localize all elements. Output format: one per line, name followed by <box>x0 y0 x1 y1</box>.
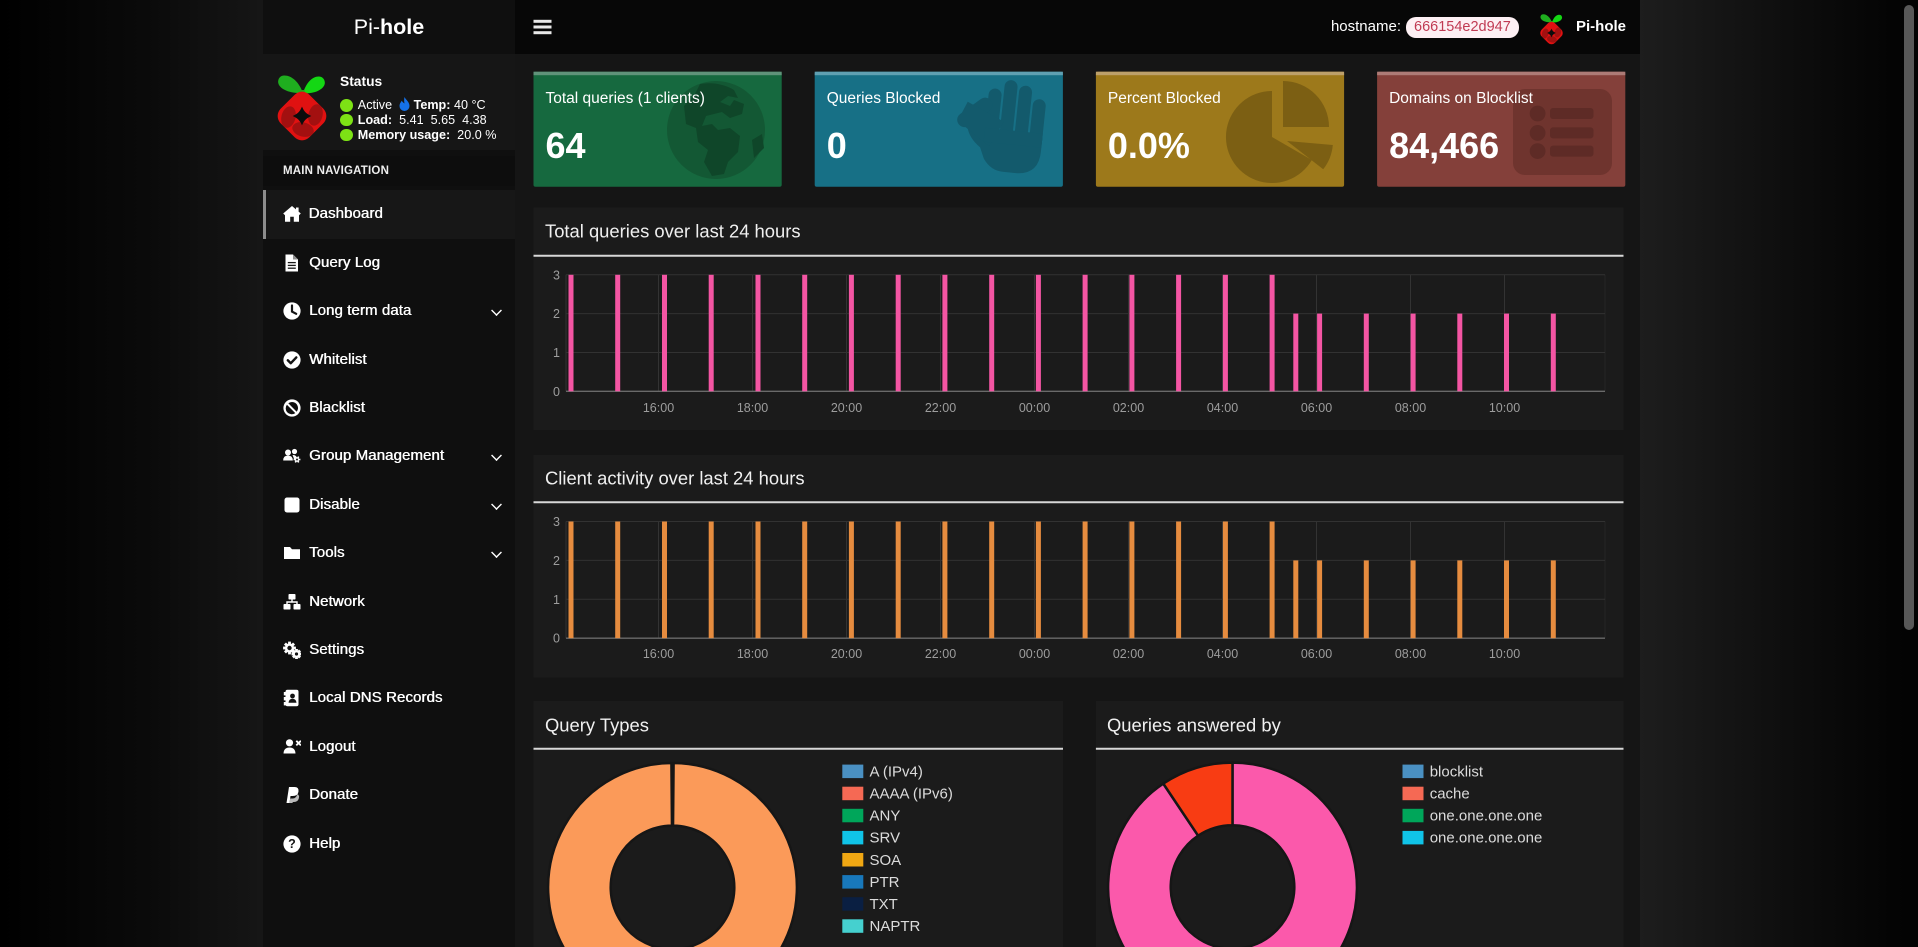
svg-text:08:00: 08:00 <box>1395 401 1426 415</box>
svg-text:one.one.one.one: one.one.one.one <box>1430 808 1543 825</box>
svg-text:06:00: 06:00 <box>1301 401 1332 415</box>
svg-text:PTR: PTR <box>870 874 900 891</box>
svg-text:18:00: 18:00 <box>737 647 768 661</box>
svg-text:AAAA (IPv6): AAAA (IPv6) <box>870 786 953 803</box>
svg-text:84,466: 84,466 <box>1389 125 1499 166</box>
svg-text:Percent Blocked: Percent Blocked <box>1108 90 1221 107</box>
svg-text:02:00: 02:00 <box>1113 647 1144 661</box>
svg-text:Queries Blocked: Queries Blocked <box>827 90 941 107</box>
svg-text:16:00: 16:00 <box>643 401 674 415</box>
svg-text:10:00: 10:00 <box>1489 647 1520 661</box>
svg-text:2: 2 <box>553 554 560 568</box>
svg-text:Total queries (1 clients): Total queries (1 clients) <box>546 90 705 107</box>
svg-text:Total queries over last 24 hou: Total queries over last 24 hours <box>545 221 801 242</box>
svg-text:06:00: 06:00 <box>1301 647 1332 661</box>
svg-text:Client activity over last 24 h: Client activity over last 24 hours <box>545 468 805 489</box>
svg-text:blocklist: blocklist <box>1430 763 1484 780</box>
svg-text:A (IPv4): A (IPv4) <box>870 763 923 780</box>
svg-text:18:00: 18:00 <box>737 401 768 415</box>
svg-text:Query Types: Query Types <box>545 715 649 736</box>
svg-text:TXT: TXT <box>870 896 898 913</box>
svg-text:NAPTR: NAPTR <box>870 918 921 935</box>
svg-text:0: 0 <box>553 385 560 399</box>
svg-text:Queries answered by: Queries answered by <box>1107 715 1282 736</box>
svg-text:SOA: SOA <box>870 852 902 869</box>
svg-text:2: 2 <box>553 307 560 321</box>
svg-text:10:00: 10:00 <box>1489 401 1520 415</box>
svg-text:22:00: 22:00 <box>925 401 956 415</box>
svg-text:1: 1 <box>553 593 560 607</box>
svg-text:04:00: 04:00 <box>1207 647 1238 661</box>
svg-text:64: 64 <box>546 125 586 166</box>
svg-text:SRV: SRV <box>870 830 901 847</box>
svg-text:1: 1 <box>553 346 560 360</box>
svg-text:08:00: 08:00 <box>1395 647 1426 661</box>
svg-text:3: 3 <box>553 268 560 282</box>
svg-text:04:00: 04:00 <box>1207 401 1238 415</box>
svg-text:20:00: 20:00 <box>831 401 862 415</box>
svg-text:22:00: 22:00 <box>925 647 956 661</box>
svg-text:16:00: 16:00 <box>643 647 674 661</box>
svg-text:20:00: 20:00 <box>831 647 862 661</box>
svg-text:3: 3 <box>553 515 560 529</box>
svg-text:00:00: 00:00 <box>1019 647 1050 661</box>
svg-text:0.0%: 0.0% <box>1108 125 1190 166</box>
svg-text:00:00: 00:00 <box>1019 401 1050 415</box>
svg-text:02:00: 02:00 <box>1113 401 1144 415</box>
svg-text:cache: cache <box>1430 786 1470 803</box>
svg-text:0: 0 <box>553 632 560 646</box>
svg-text:one.one.one.one: one.one.one.one <box>1430 830 1543 847</box>
svg-text:Domains on Blocklist: Domains on Blocklist <box>1389 90 1534 107</box>
svg-text:ANY: ANY <box>870 808 901 825</box>
svg-text:0: 0 <box>827 125 847 166</box>
